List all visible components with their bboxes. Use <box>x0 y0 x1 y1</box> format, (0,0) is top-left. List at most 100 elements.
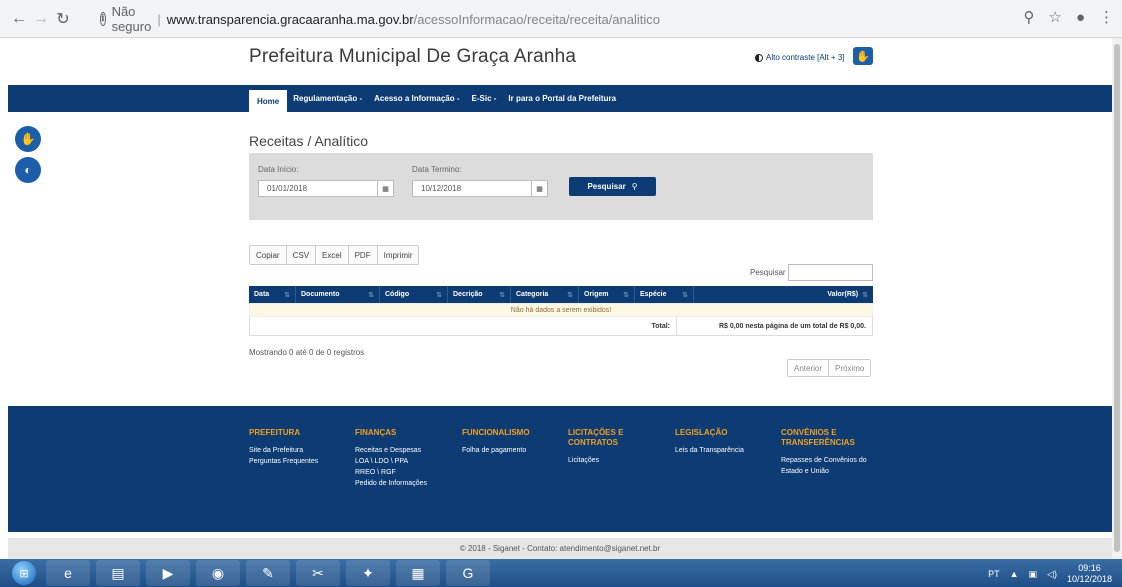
volume-icon[interactable]: ◁) <box>1047 569 1057 580</box>
url-host: www.transparencia.gracaaranha.ma.gov.br <box>166 11 414 27</box>
excel-button[interactable]: Excel <box>316 246 349 264</box>
footer-heading: LEGISLAÇÃO <box>675 428 728 437</box>
nav-home[interactable]: Home <box>249 90 288 112</box>
info-icon[interactable]: i <box>100 12 106 26</box>
bookmark-star-icon[interactable]: ☆ <box>1048 8 1061 26</box>
app-icon[interactable]: ✦ <box>346 560 390 586</box>
media-player-icon[interactable]: ▶ <box>146 560 190 586</box>
footer-link[interactable]: Receitas e Despesas <box>355 445 427 456</box>
site-footer <box>8 406 1112 532</box>
col-header-categoria[interactable]: Categoria ⇅ <box>511 286 579 303</box>
end-date-input[interactable]: 10/12/2018 <box>412 180 532 197</box>
col-header-data[interactable]: Data ⇅ <box>249 286 296 303</box>
url-separator: | <box>157 11 161 27</box>
footer-heading: FINANÇAS <box>355 428 397 437</box>
table-header: Data ⇅ Documento ⇅ Código ⇅ Decrição ⇅ Categ… <box>249 286 873 303</box>
col-header-codigo[interactable]: Código ⇅ <box>380 286 448 303</box>
previous-page-button[interactable]: Anterior <box>788 360 830 376</box>
sort-icon: ⇅ <box>862 291 868 299</box>
col-header-documento[interactable]: Documento ⇅ <box>296 286 380 303</box>
tray-expand-icon[interactable]: ▲ <box>1010 569 1019 579</box>
snipping-tool-icon[interactable]: ✂ <box>296 560 340 586</box>
search-button[interactable]: Pesquisar ⚲ <box>569 177 656 196</box>
sort-icon: ⇅ <box>284 291 290 299</box>
footer-col-funcionalismo: FUNCIONALISMO Folha de pagamento <box>462 428 530 456</box>
url-path: /acessoInformacao/receita/receita/analit… <box>413 11 660 27</box>
side-contrast-icon[interactable]: ◐ <box>15 157 41 183</box>
col-header-label: Origem <box>584 291 609 298</box>
nav-regulamentacao[interactable]: Regulamentação - <box>287 85 368 112</box>
nav-portal-prefeitura[interactable]: Ir para o Portal da Prefeitura <box>502 85 622 112</box>
footer-link[interactable]: Perguntas Frequentes <box>249 456 318 467</box>
browser-actions: ⚲ ☆ ● ⋮ <box>1023 8 1114 27</box>
start-button[interactable]: ⊞ <box>8 559 40 587</box>
col-header-descricao[interactable]: Decrição ⇅ <box>448 286 511 303</box>
footer-link[interactable]: Site da Prefeitura <box>249 445 318 456</box>
address-bar[interactable]: i Não seguro | www.transparencia.gracaar… <box>100 4 660 34</box>
start-date-input[interactable]: 01/01/2018 <box>258 180 378 197</box>
calculator-icon[interactable]: ▦ <box>396 560 440 586</box>
search-button-label: Pesquisar <box>587 182 626 191</box>
footer-link[interactable]: Leis da Transparência <box>675 445 744 456</box>
footer-link[interactable]: Pedido de Informações <box>355 478 427 489</box>
footer-link[interactable]: RREO \ RGF <box>355 467 427 478</box>
clock-date: 10/12/2018 <box>1066 574 1112 584</box>
network-icon[interactable]: ▣ <box>1029 569 1038 580</box>
footer-heading: FUNCIONALISMO <box>462 428 530 437</box>
footer-heading: CONVÊNIOS E TRANSFERÊNCIAS <box>781 428 855 447</box>
export-toolbar: Copiar CSV Excel PDF Imprimir <box>249 245 420 265</box>
file-explorer-icon[interactable]: ▤ <box>96 560 140 586</box>
language-indicator[interactable]: PT <box>988 569 1000 579</box>
end-date-label: Data Termino: <box>412 165 462 174</box>
browser-toolbar: ← → ↻ i Não seguro | www.transparencia.g… <box>0 0 1122 38</box>
sort-icon: ⇅ <box>567 291 573 299</box>
clock[interactable]: 09:16 10/12/2018 <box>1067 563 1112 585</box>
col-header-label: Valor(R$) <box>827 291 859 298</box>
not-secure-label: Não seguro <box>111 4 152 34</box>
footer-link[interactable]: LOA \ LDO \ PPA <box>355 456 427 467</box>
col-header-valor[interactable]: Valor(R$) ⇅ <box>694 286 873 303</box>
csv-button[interactable]: CSV <box>287 246 317 264</box>
sort-icon: ⇅ <box>623 291 629 299</box>
reload-icon[interactable]: ↻ <box>52 8 74 30</box>
calendar-icon[interactable]: ▦ <box>531 180 548 197</box>
table-search-input[interactable] <box>788 264 873 281</box>
col-header-origem[interactable]: Origem ⇅ <box>579 286 635 303</box>
search-icon: ⚲ <box>631 182 638 191</box>
profile-icon[interactable]: ● <box>1076 9 1085 26</box>
footer-col-legislacao: LEGISLAÇÃO Leis da Transparência <box>675 428 744 456</box>
paint-icon[interactable]: ✎ <box>246 560 290 586</box>
pdf-button[interactable]: PDF <box>349 246 378 264</box>
zoom-icon[interactable]: ⚲ <box>1023 8 1034 26</box>
internet-explorer-icon[interactable]: e <box>46 560 90 586</box>
calendar-icon[interactable]: ▦ <box>377 180 394 197</box>
empty-table-message: Não há dados a serem exibidos! <box>249 303 873 317</box>
forward-arrow-icon[interactable]: → <box>30 8 52 30</box>
print-button[interactable]: Imprimir <box>378 246 419 264</box>
col-header-especie[interactable]: Espécie ⇅ <box>635 286 694 303</box>
total-label: Total: <box>250 317 677 335</box>
side-sign-language-icon[interactable]: ✋ <box>15 126 41 152</box>
sort-icon: ⇅ <box>499 291 505 299</box>
high-contrast-toggle[interactable]: Alto contraste [Alt + 3] <box>755 53 844 62</box>
footer-link[interactable]: Licitações <box>568 455 658 466</box>
app-g-icon[interactable]: G <box>446 560 490 586</box>
footer-link[interactable]: Repasses de Convênios do Estado e União <box>781 455 881 477</box>
footer-link[interactable]: Folha de pagamento <box>462 445 530 456</box>
sign-language-icon[interactable]: ✋ <box>853 47 873 65</box>
menu-dots-icon[interactable]: ⋮ <box>1099 8 1114 26</box>
windows-taskbar: ⊞ e ▤ ▶ ◉ ✎ ✂ ✦ ▦ G <box>0 559 1122 587</box>
back-arrow-icon[interactable]: ← <box>8 8 30 30</box>
footer-col-convenios: CONVÊNIOS E TRANSFERÊNCIAS Repasses de C… <box>781 428 881 477</box>
filter-panel: Data Início: 01/01/2018 ▦ Data Termino: … <box>249 153 873 220</box>
footer-col-financas: FINANÇAS Receitas e Despesas LOA \ LDO \… <box>355 428 427 489</box>
nav-esic[interactable]: E-Sic - <box>466 85 503 112</box>
chrome-icon[interactable]: ◉ <box>196 560 240 586</box>
sort-icon: ⇅ <box>368 291 374 299</box>
site-title[interactable]: Prefeitura Municipal De Graça Aranha <box>249 46 576 68</box>
next-page-button[interactable]: Próximo <box>829 360 870 376</box>
footer-heading: LICITAÇÕES E CONTRATOS <box>568 428 624 447</box>
copy-button[interactable]: Copiar <box>250 246 287 264</box>
scrollbar-thumb[interactable] <box>1114 44 1120 552</box>
nav-acesso-informacao[interactable]: Acesso a Informação - <box>368 85 465 112</box>
